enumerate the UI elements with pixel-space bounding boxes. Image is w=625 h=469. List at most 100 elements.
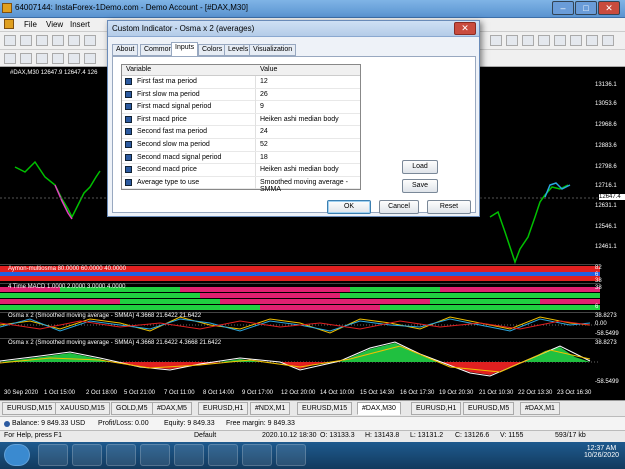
clock-date: 10/26/2020 bbox=[583, 452, 619, 459]
row-value[interactable]: Heiken ashi median body bbox=[260, 166, 339, 173]
tab-eurusd-h1-2[interactable]: EURUSD,H1 bbox=[411, 402, 462, 415]
row-value[interactable]: Smoothed moving average - SMMA bbox=[260, 179, 360, 193]
tab-levels[interactable]: Levels bbox=[224, 44, 253, 56]
row-value[interactable]: 26 bbox=[260, 91, 268, 98]
chrome-icon[interactable] bbox=[38, 444, 68, 466]
time-tick: 2 Oct 18:00 bbox=[86, 390, 118, 396]
current-price-marker: 12647.4 bbox=[599, 194, 625, 200]
line-chart-icon[interactable] bbox=[522, 35, 534, 46]
bar-chart-icon[interactable] bbox=[490, 35, 502, 46]
autoscroll-icon[interactable] bbox=[586, 35, 598, 46]
profile-text: Default bbox=[194, 432, 217, 439]
header-value: Value bbox=[260, 66, 278, 73]
app-icon-7[interactable] bbox=[242, 444, 272, 466]
tab-colors[interactable]: Colors bbox=[198, 44, 227, 56]
tile-icon[interactable] bbox=[570, 35, 582, 46]
cursor-icon[interactable] bbox=[4, 53, 16, 64]
inputs-panel: Variable Value First fast ma period 12 Fi… bbox=[112, 56, 476, 213]
input-row[interactable]: Second macd signal period 18 bbox=[122, 151, 360, 165]
vertical-line-icon[interactable] bbox=[36, 53, 48, 64]
sub2-tick: 6 bbox=[595, 304, 599, 310]
horizontal-line-icon[interactable] bbox=[52, 53, 64, 64]
row-value[interactable]: Heiken ashi median body bbox=[260, 116, 339, 123]
sub4-label: Osma x 2 (Smoothed moving average - SMMA… bbox=[8, 340, 222, 346]
minimize-button[interactable]: – bbox=[552, 1, 574, 15]
sub4-tick: 38.8273 bbox=[595, 340, 617, 346]
tab-visualization[interactable]: Visualization bbox=[249, 44, 297, 56]
zoom-in-icon[interactable] bbox=[538, 35, 550, 46]
tab-eurusd-m15-2[interactable]: EURUSD,M15 bbox=[297, 402, 353, 415]
maximize-button[interactable]: □ bbox=[575, 1, 597, 15]
profiles-icon[interactable] bbox=[20, 35, 32, 46]
data-window-icon[interactable] bbox=[52, 35, 64, 46]
app-icon-6[interactable] bbox=[208, 444, 238, 466]
crosshair-icon[interactable] bbox=[20, 53, 32, 64]
tab-eurusd-m5[interactable]: EURUSD,M5 bbox=[463, 402, 515, 415]
market-watch-icon[interactable] bbox=[36, 35, 48, 46]
save-button[interactable]: Save bbox=[402, 179, 438, 193]
input-row[interactable]: Second slow ma period 52 bbox=[122, 138, 360, 152]
price-tick: 12968.6 bbox=[595, 122, 617, 128]
chart-shift-icon[interactable] bbox=[602, 35, 614, 46]
tab-about[interactable]: About bbox=[112, 44, 139, 56]
taskbar: 12:37 AM 10/26/2020 bbox=[0, 442, 625, 469]
time-tick: 9 Oct 17:00 bbox=[242, 390, 274, 396]
tab-dax-m30[interactable]: #DAX,M30 bbox=[357, 402, 401, 415]
reset-button[interactable]: Reset bbox=[427, 200, 471, 214]
row-value[interactable]: 52 bbox=[260, 141, 268, 148]
app-icon bbox=[2, 3, 12, 13]
row-value[interactable]: 18 bbox=[260, 154, 268, 161]
tab-gold-m5[interactable]: GOLD,M5 bbox=[111, 402, 153, 415]
fibonacci-icon[interactable] bbox=[84, 53, 96, 64]
app-icon-8[interactable] bbox=[276, 444, 306, 466]
time-tick: 12 Oct 20:00 bbox=[281, 390, 316, 396]
tab-dax-m5[interactable]: #DAX,M5 bbox=[152, 402, 192, 415]
load-button[interactable]: Load bbox=[402, 160, 438, 174]
folder-icon[interactable] bbox=[106, 444, 136, 466]
menu-file[interactable]: File bbox=[24, 20, 37, 29]
app-icon-5[interactable] bbox=[174, 444, 204, 466]
row-value[interactable]: 9 bbox=[260, 103, 264, 110]
menu-insert[interactable]: Insert bbox=[70, 20, 90, 29]
terminal-icon[interactable] bbox=[84, 35, 96, 46]
clock[interactable]: 12:37 AM 10/26/2020 bbox=[584, 445, 619, 459]
tab-eurusd-m15[interactable]: EURUSD,M15 bbox=[2, 402, 58, 415]
close-button[interactable]: ✕ bbox=[598, 1, 620, 15]
row-value[interactable]: 12 bbox=[260, 78, 268, 85]
sub2-label: 4 Time MACD 1.0000 2.0000 3.0000 4.0000 bbox=[8, 284, 126, 290]
ok-button[interactable]: OK bbox=[327, 200, 371, 214]
new-chart-icon[interactable] bbox=[4, 35, 16, 46]
row-variable: First fast ma period bbox=[137, 78, 197, 85]
row-value[interactable]: 24 bbox=[260, 128, 268, 135]
cancel-button[interactable]: Cancel bbox=[379, 200, 419, 214]
tab-xauusd-m15[interactable]: XAUUSD,M15 bbox=[55, 402, 110, 415]
input-row[interactable]: Average type to use Smoothed moving avera… bbox=[122, 176, 360, 193]
input-row[interactable]: First macd price Heiken ashi median body bbox=[122, 113, 360, 127]
tab-eurusd-h1[interactable]: EURUSD,H1 bbox=[198, 402, 249, 415]
zoom-out-icon[interactable] bbox=[554, 35, 566, 46]
param-icon bbox=[125, 103, 132, 111]
tab-dax-m1[interactable]: #DAX,M1 bbox=[520, 402, 560, 415]
app-icon-4[interactable] bbox=[140, 444, 170, 466]
trendline-icon[interactable] bbox=[68, 53, 80, 64]
title-bar: 64007144: InstaForex-1Demo.com - Demo Ac… bbox=[0, 0, 625, 18]
tab-inputs[interactable]: Inputs bbox=[171, 42, 199, 57]
sub2-tick: 38 bbox=[595, 285, 602, 291]
navigator-icon[interactable] bbox=[68, 35, 80, 46]
time-axis: 30 Sep 2020 1 Oct 15:00 2 Oct 18:00 5 Oc… bbox=[0, 388, 600, 400]
pane-separator bbox=[0, 264, 600, 265]
menu-view[interactable]: View bbox=[46, 20, 63, 29]
skype-icon[interactable] bbox=[72, 444, 102, 466]
start-button-icon[interactable] bbox=[4, 444, 30, 466]
dialog-close-button[interactable]: ✕ bbox=[454, 22, 476, 35]
tab-ndx-m1[interactable]: #NDX,M1 bbox=[250, 402, 291, 415]
input-row[interactable]: First slow ma period 26 bbox=[122, 88, 360, 102]
input-row[interactable]: Second macd price Heiken ashi median body bbox=[122, 164, 360, 177]
input-row[interactable]: Second fast ma period 24 bbox=[122, 126, 360, 139]
row-variable: Second fast ma period bbox=[137, 128, 208, 136]
header-variable: Variable bbox=[126, 66, 152, 73]
candle-chart-icon[interactable] bbox=[506, 35, 518, 46]
input-row[interactable]: First macd signal period 9 bbox=[122, 101, 360, 114]
sub1-label: Aymon-multiosma 80.0000 60.0000 40.0000 bbox=[8, 266, 126, 272]
input-row[interactable]: First fast ma period 12 bbox=[122, 76, 360, 89]
